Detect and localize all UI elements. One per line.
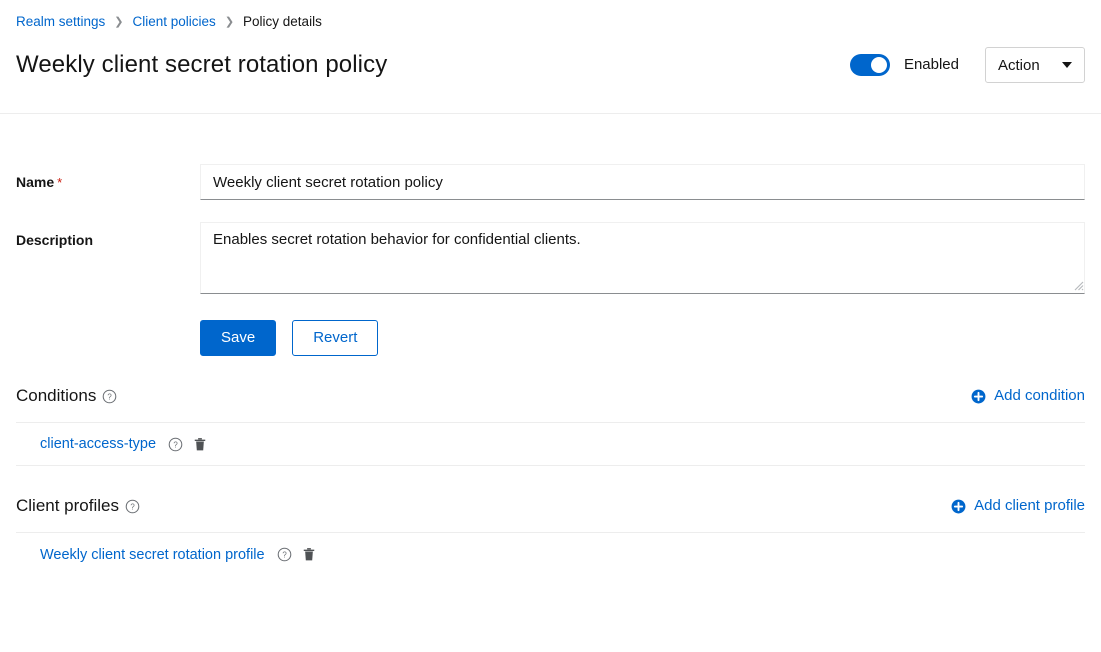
client-profiles-title: Client profiles ?	[16, 494, 140, 518]
required-marker: *	[57, 175, 62, 190]
trash-icon[interactable]	[193, 437, 207, 452]
page-title: Weekly client secret rotation policy	[16, 49, 387, 81]
client-profiles-title-text: Client profiles	[16, 494, 119, 518]
help-circle-icon[interactable]: ?	[277, 547, 292, 562]
client-profiles-section-header: Client profiles ? Add client profile	[16, 492, 1085, 520]
enabled-toggle-label: Enabled	[904, 55, 959, 75]
breadcrumb-separator-icon: ❯	[225, 13, 234, 31]
svg-text:?: ?	[108, 392, 113, 401]
condition-row: client-access-type ?	[16, 422, 1085, 466]
svg-text:?: ?	[130, 502, 135, 511]
add-condition-button[interactable]: Add condition	[971, 386, 1085, 406]
name-input[interactable]	[200, 164, 1085, 200]
breadcrumb: Realm settings ❯ Client policies ❯ Polic…	[16, 13, 1085, 31]
breadcrumb-item-realm-settings[interactable]: Realm settings	[16, 13, 105, 31]
description-label: Description	[16, 222, 200, 250]
revert-button[interactable]: Revert	[292, 320, 378, 356]
header-actions: Enabled Action	[850, 47, 1085, 83]
breadcrumb-separator-icon: ❯	[114, 13, 123, 31]
name-label-text: Name	[16, 174, 54, 190]
description-form-row: Description	[16, 222, 1085, 294]
toggle-knob	[871, 57, 887, 73]
breadcrumb-item-client-policies[interactable]: Client policies	[133, 13, 216, 31]
enabled-toggle[interactable]	[850, 54, 890, 76]
description-field-wrap	[200, 222, 1085, 294]
condition-link-client-access-type[interactable]: client-access-type	[40, 434, 156, 454]
name-form-row: Name*	[16, 164, 1085, 200]
trash-icon[interactable]	[302, 547, 316, 562]
svg-text:?: ?	[173, 440, 178, 449]
save-button[interactable]: Save	[200, 320, 276, 356]
add-condition-label: Add condition	[994, 386, 1085, 406]
chevron-down-icon	[1062, 62, 1072, 68]
title-row: Weekly client secret rotation policy Ena…	[16, 47, 1085, 83]
plus-circle-icon	[971, 389, 986, 404]
help-circle-icon[interactable]: ?	[168, 437, 183, 452]
page-body: Name* Description Save Revert Conditi	[0, 164, 1101, 576]
conditions-title-text: Conditions	[16, 384, 96, 408]
description-textarea[interactable]	[200, 222, 1085, 294]
conditions-section-header: Conditions ? Add condition	[16, 382, 1085, 410]
conditions-title: Conditions ?	[16, 384, 117, 408]
action-dropdown-label: Action	[998, 57, 1040, 74]
client-profile-row: Weekly client secret rotation profile ?	[16, 532, 1085, 576]
breadcrumb-item-policy-details: Policy details	[243, 13, 322, 31]
name-label: Name*	[16, 164, 200, 193]
page-header: Realm settings ❯ Client policies ❯ Polic…	[0, 0, 1101, 114]
help-circle-icon[interactable]: ?	[125, 499, 140, 514]
action-dropdown-button[interactable]: Action	[985, 47, 1085, 83]
add-client-profile-label: Add client profile	[974, 496, 1085, 516]
policy-details-page: Realm settings ❯ Client policies ❯ Polic…	[0, 0, 1101, 652]
client-profile-link-weekly-client-secret-rotation-profile[interactable]: Weekly client secret rotation profile	[40, 545, 265, 565]
svg-text:?: ?	[282, 551, 287, 560]
form-actions: Save Revert	[200, 320, 1085, 356]
enabled-toggle-group: Enabled	[850, 54, 959, 76]
plus-circle-icon	[951, 499, 966, 514]
add-client-profile-button[interactable]: Add client profile	[951, 496, 1085, 516]
name-field-wrap	[200, 164, 1085, 200]
help-circle-icon[interactable]: ?	[102, 389, 117, 404]
